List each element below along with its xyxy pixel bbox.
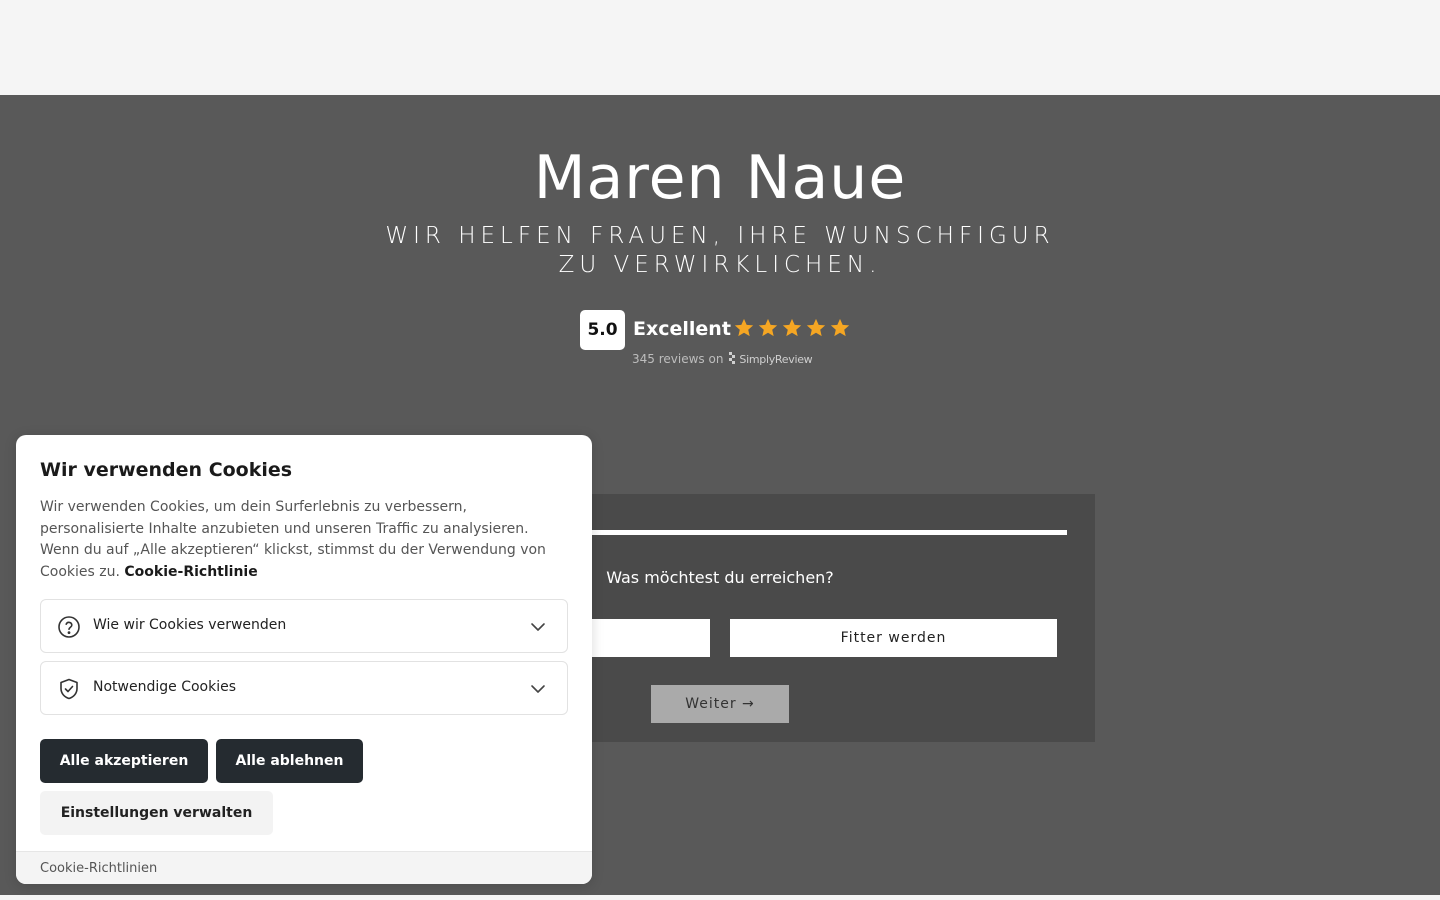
question-circle-icon	[58, 616, 80, 638]
rating-label: Excellent	[633, 318, 731, 340]
rating-widget[interactable]: 5.0 Excellent 345 reviews on SimplyRevie…	[580, 310, 870, 372]
star-icon	[734, 318, 754, 337]
accept-all-button[interactable]: Alle akzeptieren	[40, 739, 208, 783]
rating-stars	[733, 317, 851, 339]
cookie-banner-text: Wir verwenden Cookies, um dein Surferleb…	[40, 497, 570, 583]
rating-score: 5.0	[580, 310, 625, 350]
accordion-how-we-use-cookies[interactable]: Wie wir Cookies verwenden	[40, 599, 568, 653]
accordion-label: Notwendige Cookies	[93, 679, 237, 695]
star-icon	[830, 318, 850, 337]
reviews-count-text: 345 reviews on	[632, 352, 724, 366]
hero-subtitle: WIR HELFEN FRAUEN, IHRE WUNSCHFIGUR ZU V…	[385, 223, 1055, 278]
shield-check-icon	[60, 678, 78, 700]
simplyreview-mark-icon	[729, 352, 736, 364]
simplyreview-logo-text: SimplyReview	[739, 352, 813, 366]
star-icon	[782, 318, 802, 337]
star-icon	[758, 318, 778, 337]
manage-settings-button[interactable]: Einstellungen verwalten	[40, 791, 273, 835]
cookie-banner-footer: Cookie-Richtlinien	[16, 851, 592, 884]
hero-title: Maren Naue	[533, 143, 907, 213]
rating-reviews-line: 345 reviews on SimplyReview	[632, 352, 813, 366]
cookie-banner: Wir verwenden Cookies Wir verwenden Cook…	[16, 435, 592, 884]
simplyreview-logo[interactable]: SimplyReview	[729, 352, 813, 366]
cookie-banner-title: Wir verwenden Cookies	[40, 459, 293, 481]
accordion-label: Wie wir Cookies verwenden	[93, 617, 287, 633]
chevron-down-icon	[531, 623, 545, 631]
top-header-bar	[0, 0, 1440, 95]
next-button[interactable]: Weiter →	[651, 685, 789, 723]
chevron-down-icon	[531, 685, 545, 693]
accordion-necessary-cookies[interactable]: Notwendige Cookies	[40, 661, 568, 715]
reject-all-button[interactable]: Alle ablehnen	[216, 739, 363, 783]
cookie-policy-link[interactable]: Cookie-Richtlinie	[124, 564, 257, 580]
cookie-banner-description: Wir verwenden Cookies, um dein Surferleb…	[40, 499, 546, 580]
star-icon	[806, 318, 826, 337]
cookie-policies-link[interactable]: Cookie-Richtlinien	[40, 861, 157, 876]
bottom-strip	[0, 895, 1440, 900]
quiz-option-fitter-werden[interactable]: Fitter werden	[730, 619, 1057, 657]
